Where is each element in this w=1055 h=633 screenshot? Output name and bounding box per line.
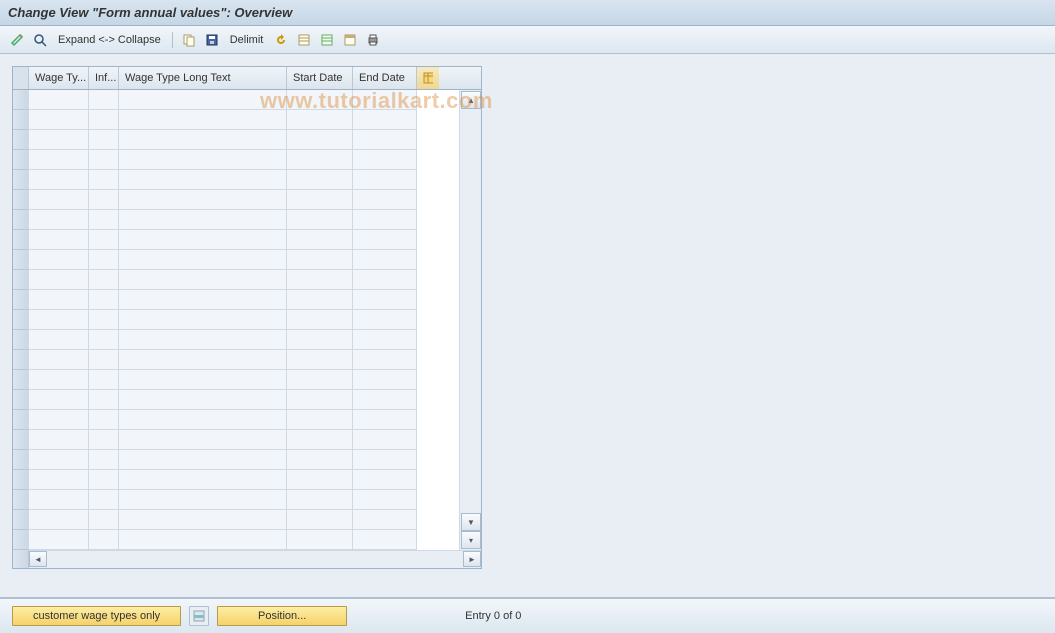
toggle-display-change-icon[interactable]	[8, 31, 26, 49]
table-row[interactable]	[13, 310, 459, 330]
table-row[interactable]	[13, 530, 459, 550]
toolbar-separator	[172, 32, 173, 48]
table-header: Wage Ty... Inf... Wage Type Long Text St…	[13, 67, 481, 90]
table-row[interactable]	[13, 370, 459, 390]
table-row[interactable]	[13, 510, 459, 530]
table-row[interactable]	[13, 250, 459, 270]
customer-wage-types-button[interactable]: customer wage types only	[12, 606, 181, 626]
content-area: www.tutorialkart.com Wage Ty... Inf... W…	[0, 54, 1055, 584]
table-row[interactable]	[13, 230, 459, 250]
position-button[interactable]: Position...	[217, 606, 347, 626]
details-icon[interactable]	[31, 31, 49, 49]
scroll-up-icon[interactable]: ▲	[461, 91, 481, 109]
select-all-header[interactable]	[13, 67, 29, 89]
table-row[interactable]	[13, 450, 459, 470]
data-table: Wage Ty... Inf... Wage Type Long Text St…	[12, 66, 482, 569]
select-all-icon[interactable]	[295, 31, 313, 49]
print-icon[interactable]	[364, 31, 382, 49]
table-row[interactable]	[13, 430, 459, 450]
col-end-date[interactable]: End Date	[353, 67, 417, 89]
save-icon[interactable]	[203, 31, 221, 49]
footer-bar: customer wage types only Position... Ent…	[0, 597, 1055, 633]
deselect-all-icon[interactable]	[318, 31, 336, 49]
undo-icon[interactable]	[272, 31, 290, 49]
table-row[interactable]	[13, 210, 459, 230]
table-row[interactable]	[13, 290, 459, 310]
table-settings-icon[interactable]	[341, 31, 359, 49]
table-row[interactable]	[13, 390, 459, 410]
expand-collapse-button[interactable]: Expand <-> Collapse	[54, 34, 165, 46]
vertical-scrollbar[interactable]: ▲ ▼ ▾	[459, 90, 481, 550]
scroll-down-icon[interactable]: ▼	[461, 513, 481, 531]
scroll-right-icon[interactable]: ►	[463, 551, 481, 567]
delimit-button[interactable]: Delimit	[226, 34, 268, 46]
col-long-text[interactable]: Wage Type Long Text	[119, 67, 287, 89]
copy-icon[interactable]	[180, 31, 198, 49]
table-row[interactable]	[13, 350, 459, 370]
scroll-end-icon[interactable]: ▾	[461, 531, 481, 549]
table-row[interactable]	[13, 90, 459, 110]
scroll-left-icon[interactable]: ◄	[29, 551, 47, 567]
col-wage-type[interactable]: Wage Ty...	[29, 67, 89, 89]
table-row[interactable]	[13, 170, 459, 190]
table-row[interactable]	[13, 270, 459, 290]
title-bar: Change View "Form annual values": Overvi…	[0, 0, 1055, 26]
entry-count: Entry 0 of 0	[465, 610, 521, 622]
table-row[interactable]	[13, 490, 459, 510]
table-row[interactable]	[13, 110, 459, 130]
table-row[interactable]	[13, 150, 459, 170]
col-start-date[interactable]: Start Date	[287, 67, 353, 89]
table-row[interactable]	[13, 330, 459, 350]
table-body: ▲ ▼ ▾	[13, 90, 481, 550]
page-title: Change View "Form annual values": Overvi…	[8, 5, 292, 20]
table-row[interactable]	[13, 190, 459, 210]
table-row[interactable]	[13, 410, 459, 430]
col-info[interactable]: Inf...	[89, 67, 119, 89]
toolbar: Expand <-> Collapse Delimit	[0, 26, 1055, 54]
horizontal-scrollbar[interactable]: ◄ ►	[13, 550, 481, 568]
table-row[interactable]	[13, 130, 459, 150]
table-row[interactable]	[13, 470, 459, 490]
configure-columns-icon[interactable]	[417, 67, 439, 89]
position-icon[interactable]	[189, 606, 209, 626]
